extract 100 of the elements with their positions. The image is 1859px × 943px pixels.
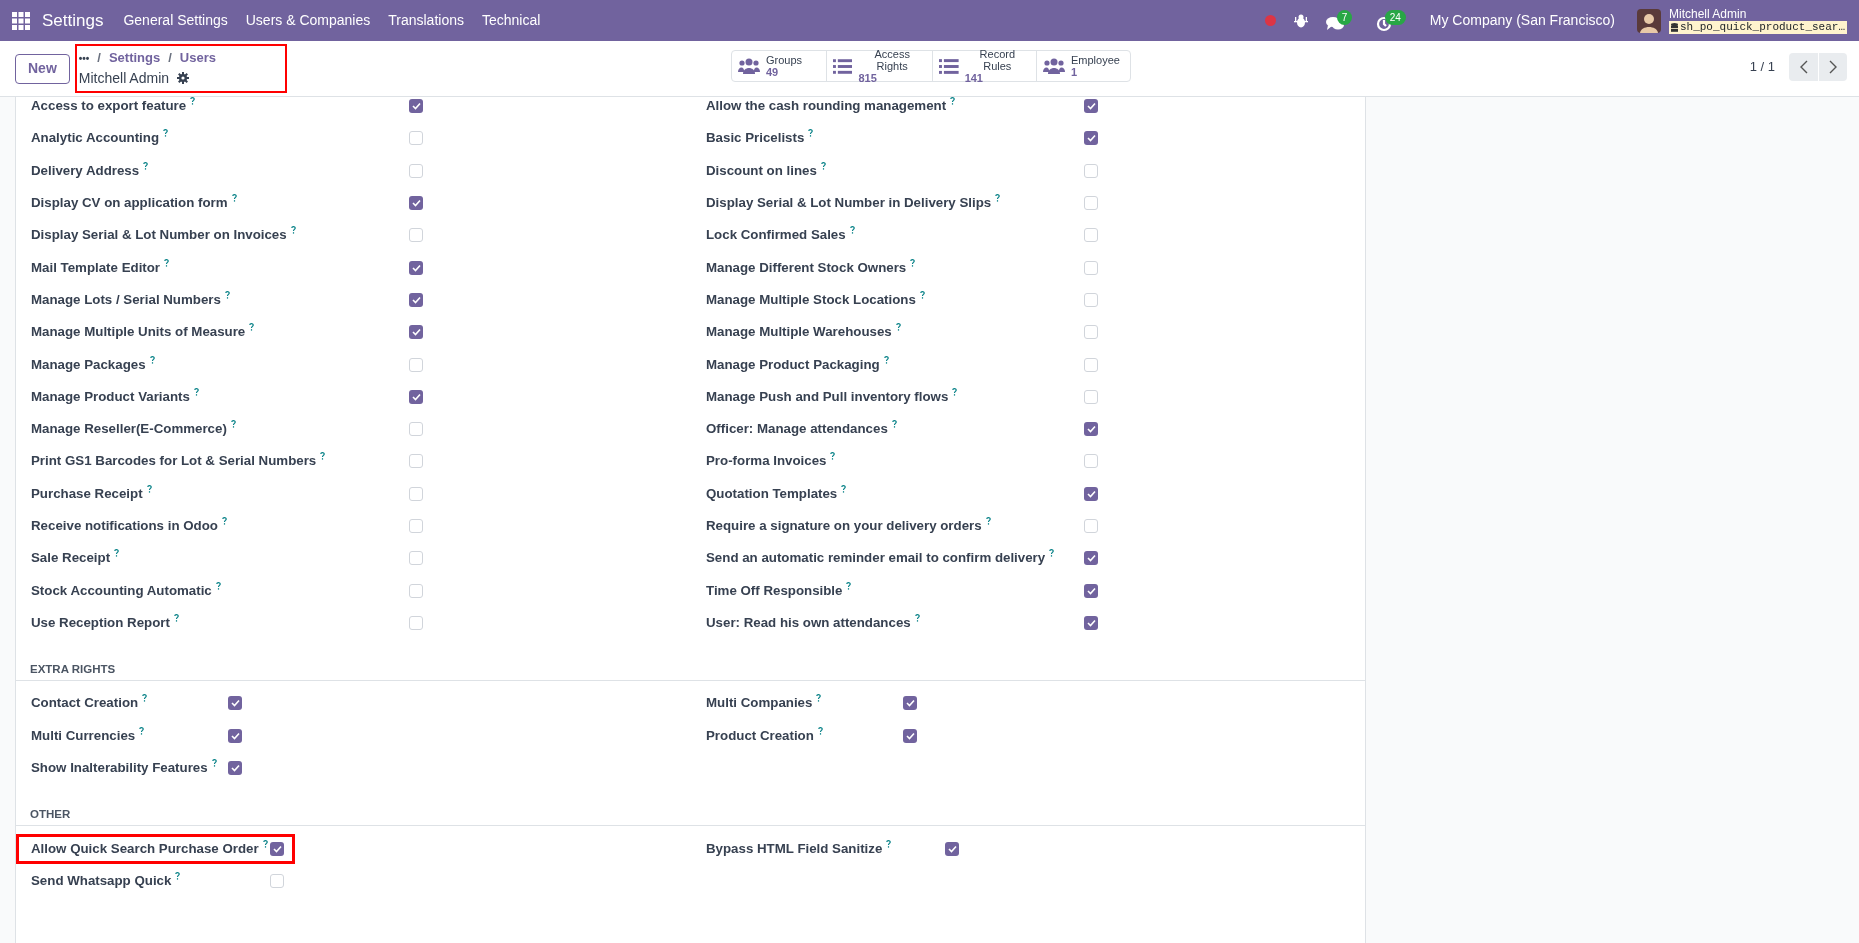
checkbox[interactable] (1084, 99, 1098, 114)
checkbox[interactable] (409, 131, 423, 146)
help-icon[interactable] (221, 517, 227, 526)
help-icon[interactable] (173, 613, 179, 622)
help-icon[interactable] (985, 517, 991, 526)
user-name[interactable]: Mitchell Admin (1668, 7, 1847, 21)
checkbox[interactable] (1084, 163, 1098, 178)
help-icon[interactable] (820, 161, 826, 170)
help-icon[interactable] (190, 97, 196, 106)
help-icon[interactable] (142, 694, 148, 703)
checkbox[interactable] (1084, 196, 1098, 211)
help-icon[interactable] (891, 420, 897, 429)
help-icon[interactable] (816, 694, 822, 703)
checkbox[interactable] (409, 583, 423, 598)
help-icon[interactable] (1049, 549, 1055, 558)
checkbox[interactable] (903, 696, 917, 711)
activities-button[interactable]: 24 (1375, 9, 1412, 32)
stat-button[interactable]: Groups 49 (732, 51, 826, 81)
checkbox[interactable] (409, 228, 423, 243)
checkbox[interactable] (409, 163, 423, 178)
stat-button[interactable]: Employee 1 (1036, 51, 1130, 81)
help-icon[interactable] (290, 226, 296, 235)
checkbox[interactable] (1084, 551, 1098, 566)
checkbox[interactable] (1084, 615, 1098, 630)
checkbox[interactable] (1084, 486, 1098, 501)
help-icon[interactable] (149, 355, 155, 364)
checkbox[interactable] (1084, 260, 1098, 275)
help-icon[interactable] (849, 226, 855, 235)
checkbox[interactable] (1084, 519, 1098, 533)
messages-button[interactable]: 7 (1325, 9, 1358, 32)
help-icon[interactable] (995, 194, 1001, 203)
checkbox[interactable] (1084, 325, 1098, 340)
help-icon[interactable] (231, 194, 237, 203)
help-icon[interactable] (193, 387, 199, 396)
checkbox[interactable] (1084, 357, 1098, 372)
help-icon[interactable] (146, 484, 152, 493)
checkbox[interactable] (1084, 454, 1098, 469)
help-icon[interactable] (846, 581, 852, 590)
help-icon[interactable] (249, 323, 255, 332)
help-icon[interactable] (211, 759, 217, 768)
help-icon[interactable] (320, 452, 326, 461)
help-icon[interactable] (895, 323, 901, 332)
help-icon[interactable] (952, 387, 958, 396)
breadcrumb-link[interactable]: Settings (108, 48, 161, 68)
help-icon[interactable] (143, 161, 149, 170)
new-button[interactable]: New (15, 53, 70, 84)
menu-item[interactable]: Technical (482, 10, 541, 31)
apps-menu-button[interactable] (12, 11, 30, 30)
menu-item[interactable]: Users & Companies (245, 10, 371, 31)
checkbox[interactable] (409, 551, 423, 566)
checkbox[interactable] (409, 389, 423, 404)
checkbox[interactable] (1084, 583, 1098, 598)
checkbox[interactable] (409, 519, 423, 533)
help-icon[interactable] (175, 871, 181, 880)
checkbox[interactable] (228, 761, 242, 776)
checkbox[interactable] (409, 454, 423, 469)
checkbox[interactable] (409, 196, 423, 211)
stat-button[interactable]: Access Rights 815 (826, 51, 932, 81)
checkbox[interactable] (409, 357, 423, 372)
checkbox[interactable] (945, 841, 959, 856)
checkbox[interactable] (409, 422, 423, 437)
checkbox[interactable] (409, 615, 423, 630)
help-icon[interactable] (841, 484, 847, 493)
checkbox[interactable] (409, 292, 423, 307)
menu-item[interactable]: General Settings (123, 10, 228, 31)
help-icon[interactable] (919, 290, 925, 299)
menu-item[interactable]: Translations (388, 10, 464, 31)
checkbox[interactable] (409, 325, 423, 340)
help-icon[interactable] (817, 726, 823, 735)
help-icon[interactable] (215, 581, 221, 590)
stat-button[interactable]: Record Rules 141 (932, 51, 1036, 81)
help-icon[interactable] (910, 258, 916, 267)
checkbox[interactable] (409, 260, 423, 275)
checkbox[interactable] (1084, 131, 1098, 146)
checkbox[interactable] (228, 696, 242, 711)
help-icon[interactable] (883, 355, 889, 364)
help-icon[interactable] (914, 613, 920, 622)
help-icon[interactable] (950, 97, 956, 106)
app-title[interactable]: Settings (42, 7, 104, 34)
checkbox[interactable] (409, 99, 423, 114)
help-icon[interactable] (830, 452, 836, 461)
breadcrumb-link[interactable]: Users (179, 48, 216, 68)
checkbox[interactable] (270, 873, 284, 888)
help-icon[interactable] (224, 290, 230, 299)
checkbox[interactable] (1084, 389, 1098, 404)
checkbox[interactable] (1084, 422, 1098, 437)
company-switcher[interactable]: My Company (San Francisco) (1429, 10, 1615, 31)
help-icon[interactable] (164, 258, 170, 267)
help-icon[interactable] (230, 420, 236, 429)
checkbox[interactable] (1084, 292, 1098, 307)
help-icon[interactable] (163, 129, 169, 138)
checkbox[interactable] (228, 728, 242, 743)
help-icon[interactable] (114, 549, 120, 558)
checkbox[interactable] (903, 728, 917, 743)
help-icon[interactable] (886, 839, 892, 848)
breadcrumb-menu-button[interactable]: ••• (78, 50, 90, 66)
help-icon[interactable] (139, 726, 145, 735)
checkbox[interactable] (1084, 228, 1098, 243)
checkbox[interactable] (409, 486, 423, 501)
help-icon[interactable] (262, 839, 268, 848)
